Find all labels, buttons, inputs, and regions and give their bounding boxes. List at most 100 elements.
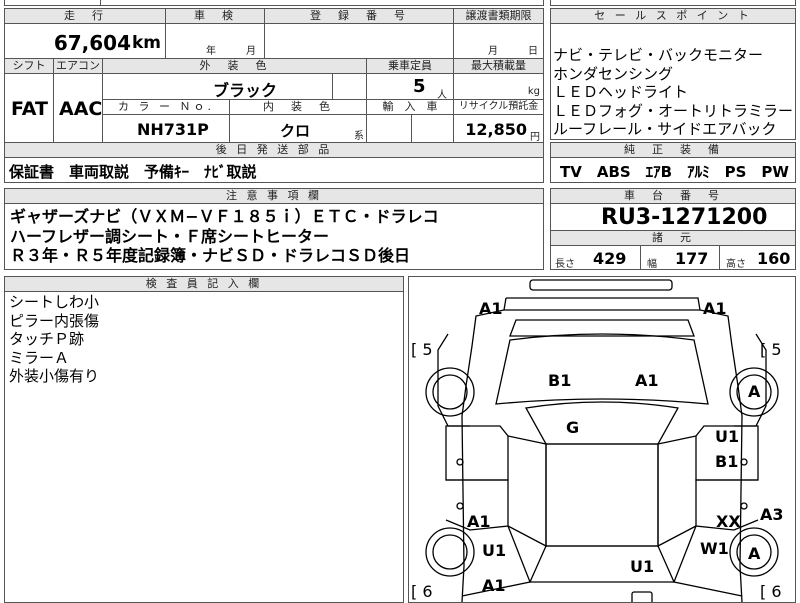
length-label: 長さ [555, 259, 575, 270]
roof-right [657, 435, 697, 548]
exterior-color-value: ブラック [213, 81, 278, 100]
roof-left [507, 435, 547, 548]
damage-a1-left-rear: A1 [467, 512, 491, 531]
accessories-header: 後 日 発 送 部 品 [4, 142, 544, 158]
recycle-value: 12,850 [465, 120, 527, 139]
capacity-value: 5 [413, 76, 426, 97]
height-label: 高さ [726, 259, 746, 270]
recycle-header: リサイクル預託金 [453, 99, 544, 115]
bracket-5-left: [ 5 [411, 340, 433, 359]
hood [495, 333, 709, 405]
sales-points-header: セ ー ル ス ポ イ ン ト [550, 8, 796, 24]
transfer-month: 月 [488, 46, 498, 57]
left-fender [437, 333, 470, 427]
damage-a1-top-left: A1 [479, 299, 503, 318]
notes-header: 注 意 事 項 欄 [4, 188, 544, 204]
damage-a3-right: A3 [760, 505, 784, 524]
exterior-color-cell: ブラック [102, 73, 333, 100]
aircon-header: エアコン [53, 58, 103, 74]
max-load-header: 最大積載量 [453, 58, 544, 74]
registration-header: 登 録 番 号 [264, 8, 454, 24]
genuine-equipment-value: TV ABS ｴｱB ｱﾙﾐ PS PW [560, 163, 789, 181]
inspector-notes-list: シートしわ小 ピラー内張傷 タッチＰ跡 ミラーＡ 外装小傷有り [9, 293, 99, 386]
specs-divider-1 [640, 246, 641, 270]
damage-b1-hood: B1 [548, 371, 572, 390]
door-handle-lr [456, 502, 464, 510]
inspector-header: 検 査 員 記 入 欄 [4, 276, 404, 292]
mileage-unit: km [131, 33, 161, 53]
chassis-no-value: RU3-1271200 [601, 205, 768, 230]
inspector-note: タッチＰ跡 [9, 330, 85, 348]
damage-u1-roof-rear: U1 [630, 557, 655, 576]
aircon-value: AAC [59, 98, 103, 120]
transfer-deadline-header: 譲渡書類期限 [453, 8, 544, 24]
rear-left-wheel-inner [432, 534, 468, 570]
left-front-door [445, 425, 509, 481]
inspector-note: ミラーＡ [9, 348, 70, 367]
sales-point-item: ＬＥＤヘッドライト [553, 83, 689, 101]
color-no-value: NH731P [137, 120, 209, 139]
note-line: Ｒ３年・Ｒ５年度記録簿・ナビＳＤ・ドラレコＳＤ後日 [10, 246, 411, 265]
genuine-equipment-cell: TV ABS ｴｱB ｱﾙﾐ PS PW [550, 157, 796, 183]
recycle-cell: 12,850 円 [453, 114, 544, 143]
specs-header: 諸 元 [550, 230, 796, 246]
damage-w1-right-rear: W1 [700, 539, 729, 558]
inspection-year: 年 [206, 46, 216, 57]
exterior-color-extra-cell [332, 73, 367, 100]
damage-u1-left-rear: U1 [482, 541, 507, 560]
specs-divider-2 [719, 246, 720, 270]
import-cell-a [366, 114, 412, 143]
sales-point-item: ホンダセンシング [553, 64, 674, 83]
inspection-cell: 年 月 [165, 23, 265, 59]
roof [545, 443, 659, 547]
registration-cell [264, 23, 454, 59]
interior-color-header: 内 装 色 [229, 99, 367, 115]
chassis-no-cell: RU3-1271200 [550, 203, 796, 231]
shift-value: FAT [11, 98, 48, 120]
transfer-day: 日 [528, 46, 538, 57]
mileage-cell: 67,604 km [4, 23, 166, 59]
bracket-6-left: [ 6 [411, 582, 433, 601]
mileage-value: 67,604 [53, 31, 131, 55]
inspector-note: シートしわ小 [9, 293, 100, 311]
genuine-equipment-header: 純 正 装 備 [550, 142, 796, 158]
color-no-header: カ ラ ー Ｎｏ. [102, 99, 230, 115]
damage-a1-bottom-left: A1 [482, 576, 506, 595]
capacity-header: 乗車定員 [366, 58, 454, 74]
inspection-month: 月 [246, 46, 256, 57]
note-line: ハーフレザー調シート・Ｆ席シートヒーター [10, 226, 330, 246]
bracket-5-right: [ 5 [760, 340, 782, 359]
damage-u1-right-door: U1 [715, 427, 740, 446]
damage-a1-hood: A1 [635, 371, 659, 390]
accessories-cell: 保証書 車両取説 予備ｷｰ ﾅﾋﾞ取説 [4, 157, 544, 183]
damage-xx-right-rear: XX [716, 512, 741, 531]
inspector-note: 外装小傷有り [9, 367, 100, 385]
mileage-header: 走 行 [4, 8, 166, 24]
damage-a-front-right-wheel: A [748, 382, 761, 401]
import-cell-b [411, 114, 454, 143]
max-load-unit: kg [527, 86, 540, 97]
rear-bumper [631, 591, 653, 602]
transfer-deadline-cell: 月 日 [453, 23, 544, 59]
length-value: 429 [593, 249, 627, 268]
interior-color-suffix: 系 [354, 131, 364, 142]
notes-list: ギャザーズナビ（ＶＸＭ−ＶＦ１８５ｉ）ＥＴＣ・ドラレコ ハーフレザー調シート・Ｆ… [10, 207, 439, 266]
width-value: 177 [675, 249, 709, 268]
recycle-unit: 円 [530, 132, 540, 143]
shift-cell: FAT [4, 73, 54, 143]
front-bumper [529, 279, 673, 291]
max-load-cell: kg [453, 73, 544, 100]
damage-a-rear-right-wheel: A [748, 544, 761, 563]
damage-b1-right-door: B1 [715, 452, 739, 471]
damage-a1-top-right: A1 [703, 299, 727, 318]
specs-cell: 長さ 429 幅 177 高さ 160 [550, 245, 796, 270]
interior-color-cell: クロ 系 [229, 114, 367, 143]
aircon-cell: AAC [53, 73, 103, 143]
windshield [524, 401, 680, 445]
height-value: 160 [757, 249, 791, 268]
import-header: 輸 入 車 [366, 99, 454, 115]
width-label: 幅 [647, 259, 657, 270]
color-no-cell: NH731P [102, 114, 230, 143]
bracket-6-right: [ 6 [760, 582, 782, 601]
sales-point-item: ＬＥＤフォグ・オートリトラミラー [553, 101, 794, 120]
